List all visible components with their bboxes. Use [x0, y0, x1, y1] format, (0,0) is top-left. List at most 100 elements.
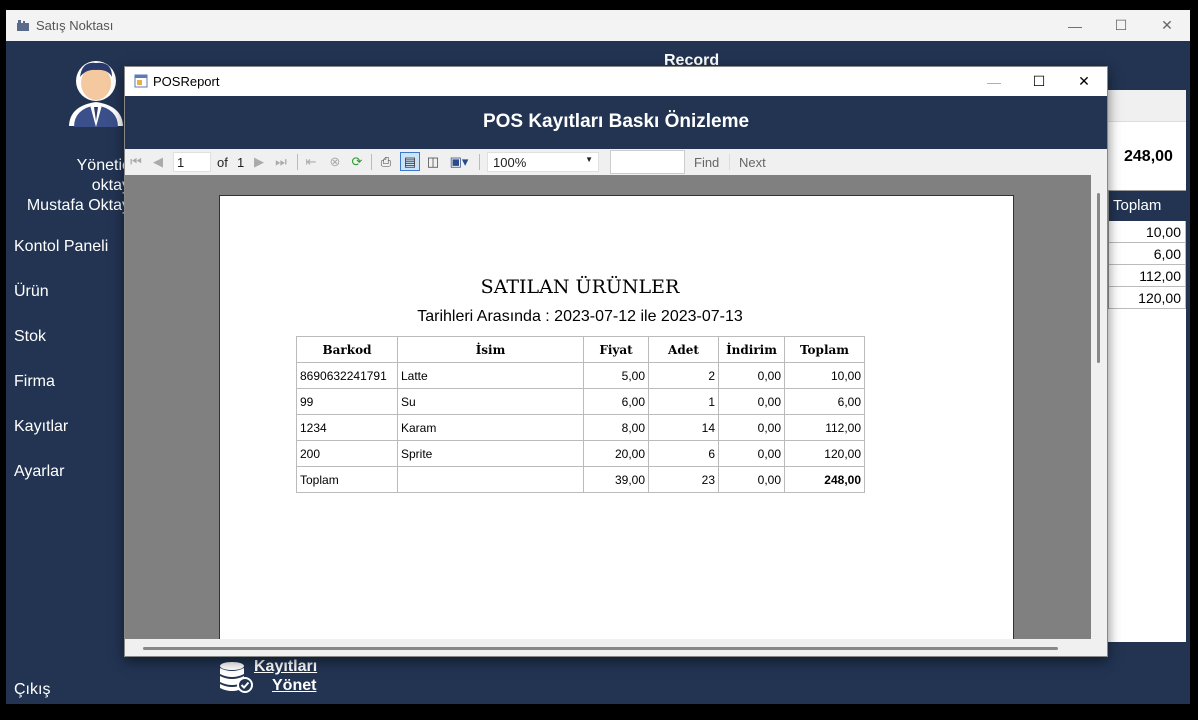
cell-price: 8,00 — [583, 414, 649, 441]
report-close-button[interactable]: ✕ — [1061, 67, 1107, 96]
background-table-header: Toplam — [1109, 191, 1186, 221]
cell-name: Latte — [397, 362, 584, 389]
toolbar-separator — [479, 154, 480, 170]
table-row[interactable]: 112,00 — [1109, 265, 1186, 287]
total-label: Toplam — [296, 466, 398, 493]
cell-total: 112,00 — [784, 414, 865, 441]
horizontal-scroll-thumb[interactable] — [143, 647, 1058, 650]
report-minimize-button[interactable]: — — [971, 67, 1017, 96]
toolbar-separator — [371, 154, 372, 170]
total-discount: 0,00 — [718, 466, 785, 493]
grand-total: 248,00 — [784, 466, 865, 493]
cell-name: Karam — [397, 414, 584, 441]
total-quantity: 23 — [648, 466, 719, 493]
close-button[interactable]: ✕ — [1144, 10, 1190, 41]
zoom-value: 100% — [493, 155, 527, 170]
column-header-price: Fiyat — [583, 336, 649, 363]
vertical-scroll-thumb[interactable] — [1097, 193, 1100, 363]
cell-discount: 0,00 — [718, 440, 785, 467]
cell-barcode: 8690632241791 — [296, 362, 398, 389]
cell-quantity: 6 — [648, 440, 719, 467]
menu-item-stock[interactable]: Stok — [14, 328, 46, 346]
column-header-barcode: Barkod — [296, 336, 398, 363]
table-row[interactable]: 6,00 — [1109, 243, 1186, 265]
column-header-name: İsim — [397, 336, 584, 363]
report-preview-area[interactable]: SATILAN ÜRÜNLER Tarihleri Arasında : 202… — [125, 175, 1091, 639]
export-icon[interactable]: ▣▾ — [446, 154, 472, 170]
last-page-icon[interactable]: ⏭ — [274, 154, 288, 170]
report-maximize-button[interactable]: ☐ — [1016, 67, 1062, 96]
total-price: 39,00 — [583, 466, 649, 493]
cell-total: 120,00 — [784, 440, 865, 467]
database-icon[interactable] — [218, 660, 254, 694]
report-toolbar: ⏮ ◀ 1 of 1 ▶ ⏭ ⇤ ⊗ ⟳ ⎙ ▤ ◫ ▣▾ 100% ▼ Fin… — [125, 149, 1107, 175]
column-header-quantity: Adet — [648, 336, 719, 363]
toolbar-separator — [729, 154, 730, 170]
table-row: 8690632241791 Latte 5,00 2 0,00 10,00 — [296, 362, 865, 389]
table-total-row: Toplam 39,00 23 0,00 248,00 — [296, 466, 865, 493]
user-avatar-icon — [66, 61, 126, 128]
minimize-button[interactable]: — — [1052, 10, 1098, 41]
report-window: POSReport — ☐ ✕ POS Kayıtları Baskı Öniz… — [124, 66, 1108, 657]
menu-item-company[interactable]: Firma — [14, 373, 55, 391]
menu-item-product[interactable]: Ürün — [14, 283, 49, 301]
manage-records-link-line1[interactable]: Kayıtları — [254, 658, 317, 676]
menu-item-settings[interactable]: Ayarlar — [14, 463, 64, 481]
total-pages-label: 1 — [237, 154, 245, 170]
print-icon[interactable]: ⎙ — [377, 154, 395, 170]
background-content-panel — [1106, 90, 1186, 642]
manage-records-link-line2[interactable]: Yönet — [272, 677, 316, 695]
refresh-icon[interactable]: ⟳ — [349, 154, 365, 170]
page-number-input[interactable]: 1 — [173, 152, 211, 172]
sidebar: Yönetic oktay Mustafa Oktay Kontol Panel… — [6, 41, 130, 704]
back-icon[interactable]: ⇤ — [303, 154, 319, 170]
cell-discount: 0,00 — [718, 362, 785, 389]
user-role: Yönetic — [76, 157, 130, 174]
panel-band — [1106, 90, 1186, 122]
horizontal-scrollbar[interactable] — [125, 639, 1107, 656]
cell-barcode: 200 — [296, 440, 398, 467]
find-input[interactable] — [610, 150, 685, 174]
cell-total: 6,00 — [784, 388, 865, 415]
stop-icon[interactable]: ⊗ — [327, 154, 343, 170]
previous-page-icon[interactable]: ◀ — [151, 154, 165, 170]
zoom-select[interactable]: 100% ▼ — [487, 152, 599, 172]
page-setup-icon[interactable]: ◫ — [424, 154, 442, 170]
next-button[interactable]: Next — [739, 154, 766, 170]
menu-item-records[interactable]: Kayıtlar — [14, 418, 68, 436]
main-window-title: Satış Noktası — [36, 18, 114, 33]
of-label: of — [217, 154, 228, 170]
print-layout-icon[interactable]: ▤ — [400, 152, 420, 171]
column-header-discount: İndirim — [718, 336, 785, 363]
first-page-icon[interactable]: ⏮ — [129, 154, 143, 170]
table-row[interactable]: 120,00 — [1109, 287, 1186, 309]
menu-item-exit[interactable]: Çıkış — [14, 681, 50, 699]
report-titlebar: POSReport — ☐ ✕ — [125, 67, 1107, 96]
vertical-scrollbar[interactable] — [1091, 175, 1107, 639]
table-row: 200 Sprite 20,00 6 0,00 120,00 — [296, 440, 865, 467]
cell-quantity: 2 — [648, 362, 719, 389]
background-total: 248,00 — [1124, 148, 1173, 165]
menu-item-control-panel[interactable]: Kontol Paneli — [14, 238, 108, 256]
cell-price: 5,00 — [583, 362, 649, 389]
report-title: SATILAN ÜRÜNLER — [480, 276, 680, 298]
find-button[interactable]: Find — [694, 154, 719, 170]
cell-quantity: 1 — [648, 388, 719, 415]
cell-price: 6,00 — [583, 388, 649, 415]
report-window-title: POSReport — [153, 74, 220, 89]
cell-quantity: 14 — [648, 414, 719, 441]
user-fullname: Mustafa Oktay — [26, 197, 130, 214]
chevron-down-icon: ▼ — [585, 155, 593, 164]
table-row[interactable]: 10,00 — [1109, 221, 1186, 243]
cell-barcode: 1234 — [296, 414, 398, 441]
report-header: POS Kayıtları Baskı Önizleme — [125, 96, 1107, 149]
maximize-button[interactable]: ☐ — [1098, 10, 1144, 41]
column-header-total: Toplam — [784, 336, 865, 363]
next-page-icon[interactable]: ▶ — [252, 154, 266, 170]
total-name-empty — [397, 466, 584, 493]
background-table: Toplam 10,00 6,00 112,00 120,00 — [1108, 190, 1186, 309]
table-row: 99 Su 6,00 1 0,00 6,00 — [296, 388, 865, 415]
cell-discount: 0,00 — [718, 414, 785, 441]
cell-name: Sprite — [397, 440, 584, 467]
report-page: SATILAN ÜRÜNLER Tarihleri Arasında : 202… — [219, 195, 1014, 639]
